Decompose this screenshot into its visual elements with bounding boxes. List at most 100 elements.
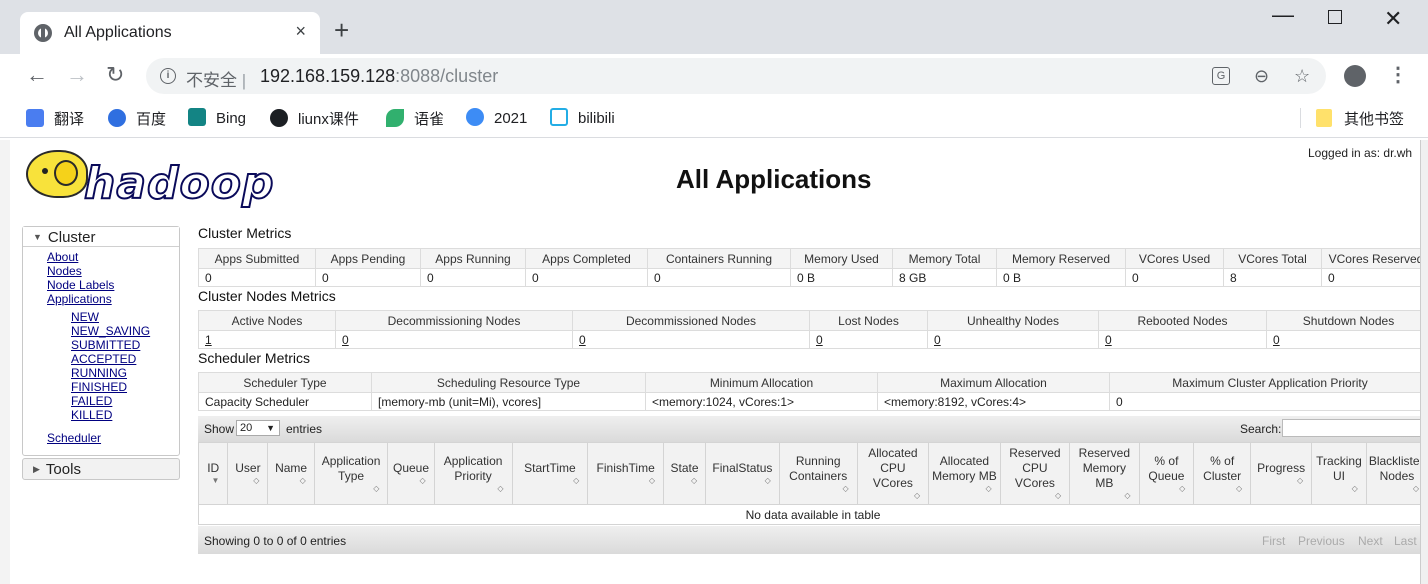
- column-header[interactable]: ID ▼: [197, 442, 229, 505]
- nav-state-finished[interactable]: FINISHED: [71, 380, 127, 394]
- column-header[interactable]: Application Priority ◇: [433, 442, 513, 505]
- column-header[interactable]: Minimum Allocation: [645, 372, 878, 393]
- reload-icon[interactable]: ↻: [106, 64, 124, 86]
- column-header[interactable]: Maximum Cluster Application Priority: [1109, 372, 1428, 393]
- column-header[interactable]: Maximum Allocation: [877, 372, 1110, 393]
- close-tab-icon[interactable]: ×: [295, 21, 306, 42]
- column-header[interactable]: State ◇: [663, 442, 707, 505]
- column-header[interactable]: Active Nodes: [198, 310, 336, 331]
- bookmark-yuque[interactable]: 语雀: [386, 108, 444, 129]
- column-header[interactable]: Memory Used: [790, 248, 893, 269]
- column-header[interactable]: Memory Reserved: [996, 248, 1126, 269]
- column-header[interactable]: Queue ◇: [387, 442, 435, 505]
- pager-next[interactable]: Next: [1358, 534, 1383, 548]
- maximize-icon[interactable]: [1328, 10, 1342, 24]
- column-label: State: [670, 461, 699, 475]
- bookmark-translate[interactable]: 翻译: [26, 108, 84, 129]
- column-label: StartTime: [524, 461, 576, 475]
- metric-value[interactable]: 0: [1098, 330, 1267, 349]
- back-arrow-icon[interactable]: ←: [26, 64, 48, 86]
- nav-state-new-saving[interactable]: NEW_SAVING: [71, 324, 150, 338]
- bookmark-2021[interactable]: 2021: [466, 108, 527, 127]
- column-header[interactable]: Application Type ◇: [313, 442, 389, 505]
- column-header[interactable]: User ◇: [227, 442, 269, 505]
- address-bar[interactable]: i 不安全 | 192.168.159.128:8088/cluster G ⊖…: [146, 58, 1326, 94]
- metric-value[interactable]: 0: [809, 330, 928, 349]
- window-close-icon[interactable]: ✕: [1384, 6, 1402, 32]
- column-header[interactable]: Rebooted Nodes: [1098, 310, 1267, 331]
- column-header[interactable]: Scheduler Type: [198, 372, 372, 393]
- browser-menu-icon[interactable]: ⋮: [1388, 62, 1408, 87]
- nav-state-submitted[interactable]: SUBMITTED: [71, 338, 140, 352]
- nav-state-accepted[interactable]: ACCEPTED: [71, 352, 136, 366]
- metric-value[interactable]: 0: [927, 330, 1099, 349]
- column-header[interactable]: Unhealthy Nodes: [927, 310, 1099, 331]
- metric-value[interactable]: 1: [198, 330, 336, 349]
- column-header[interactable]: % of Cluster ◇: [1193, 442, 1252, 505]
- translate-icon[interactable]: G: [1212, 67, 1230, 85]
- column-header[interactable]: Blacklisted Nodes ◇: [1365, 442, 1428, 505]
- nav-node-labels[interactable]: Node Labels: [47, 278, 114, 292]
- column-header[interactable]: Shutdown Nodes: [1266, 310, 1428, 331]
- hadoop-logo[interactable]: hadoop: [24, 148, 274, 210]
- column-header[interactable]: Apps Pending: [315, 248, 421, 269]
- nav-about[interactable]: About: [47, 250, 78, 264]
- column-header[interactable]: Progress ◇: [1250, 442, 1313, 505]
- column-header[interactable]: Reserved Memory MB ◇: [1069, 442, 1140, 505]
- forward-arrow-icon[interactable]: →: [66, 64, 88, 86]
- pager-last[interactable]: Last: [1394, 534, 1417, 548]
- info-icon[interactable]: i: [160, 68, 176, 84]
- column-header[interactable]: Memory Total: [892, 248, 997, 269]
- column-header[interactable]: Lost Nodes: [809, 310, 928, 331]
- column-header[interactable]: Name ◇: [267, 442, 315, 505]
- search-input[interactable]: [1282, 419, 1428, 437]
- column-header[interactable]: Reserved CPU VCores ◇: [999, 442, 1071, 505]
- nav-state-new[interactable]: NEW: [71, 310, 99, 324]
- column-header[interactable]: Tracking UI ◇: [1311, 442, 1367, 505]
- column-header[interactable]: FinalStatus ◇: [705, 442, 780, 505]
- column-header[interactable]: Apps Completed: [525, 248, 648, 269]
- nav-scheduler[interactable]: Scheduler: [47, 431, 101, 445]
- nav-applications[interactable]: Applications: [47, 292, 112, 306]
- cluster-nav-header[interactable]: ▼ Cluster: [23, 227, 179, 247]
- metric-value[interactable]: 0: [572, 330, 810, 349]
- url-text[interactable]: 192.168.159.128:8088/cluster: [260, 66, 498, 87]
- column-header[interactable]: VCores Used: [1125, 248, 1224, 269]
- bookmark-bing[interactable]: Bing: [188, 108, 246, 127]
- nav-nodes[interactable]: Nodes: [47, 264, 82, 278]
- new-tab-button[interactable]: +: [334, 17, 349, 43]
- bookmark-star-icon[interactable]: ☆: [1294, 66, 1310, 87]
- bookmark-bilibili[interactable]: bilibili: [550, 108, 615, 127]
- column-header[interactable]: Apps Running: [420, 248, 526, 269]
- column-header[interactable]: Apps Submitted: [198, 248, 316, 269]
- column-header[interactable]: Decommissioning Nodes: [335, 310, 573, 331]
- column-header[interactable]: % of Queue ◇: [1138, 442, 1195, 505]
- nav-state-failed[interactable]: FAILED: [71, 394, 112, 408]
- bookmark-liunx[interactable]: liunx课件: [270, 108, 359, 129]
- metric-value[interactable]: 0: [335, 330, 573, 349]
- minimize-icon[interactable]: —: [1272, 2, 1294, 28]
- pager-first[interactable]: First: [1262, 534, 1285, 548]
- column-header[interactable]: Allocated Memory MB ◇: [928, 442, 1001, 505]
- column-header[interactable]: VCores Total: [1223, 248, 1322, 269]
- profile-icon[interactable]: [1344, 65, 1366, 87]
- bookmark-baidu[interactable]: 百度: [108, 108, 166, 129]
- column-header[interactable]: StartTime ◇: [511, 442, 589, 505]
- column-header[interactable]: Decommissioned Nodes: [572, 310, 810, 331]
- column-header[interactable]: Containers Running: [647, 248, 791, 269]
- nav-state-killed[interactable]: KILLED: [71, 408, 112, 422]
- column-header[interactable]: Running Containers ◇: [778, 442, 858, 505]
- column-header[interactable]: Allocated CPU VCores ◇: [856, 442, 930, 505]
- tools-nav-header[interactable]: ▶ Tools: [22, 458, 180, 480]
- column-header[interactable]: VCores Reserved: [1321, 248, 1428, 269]
- page-size-select[interactable]: 20 ▼: [236, 420, 280, 436]
- browser-tab[interactable]: All Applications ×: [20, 12, 320, 54]
- other-bookmarks[interactable]: 其他书签: [1316, 108, 1404, 129]
- pager-previous[interactable]: Previous: [1298, 534, 1345, 548]
- metric-value: 0: [198, 268, 316, 287]
- metric-value[interactable]: 0: [1266, 330, 1428, 349]
- zoom-icon[interactable]: ⊖: [1254, 66, 1269, 87]
- column-header[interactable]: Scheduling Resource Type: [371, 372, 646, 393]
- column-header[interactable]: FinishTime ◇: [587, 442, 665, 505]
- nav-state-running[interactable]: RUNNING: [71, 366, 127, 380]
